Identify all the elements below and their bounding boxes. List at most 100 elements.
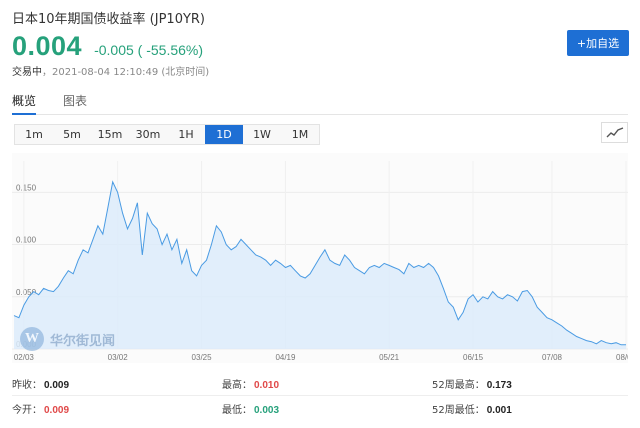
stat-label: 52周最高： — [432, 380, 485, 391]
x-tick-label: 06/15 — [463, 353, 484, 362]
divider — [12, 395, 628, 396]
data-point — [231, 249, 232, 250]
data-point — [349, 260, 350, 261]
data-point — [265, 260, 266, 261]
add-watchlist-button[interactable]: +加自选 — [567, 30, 629, 56]
data-point — [191, 270, 192, 271]
data-point — [83, 249, 84, 250]
data-point — [497, 296, 498, 297]
data-point — [334, 263, 335, 264]
range-1m[interactable]: 1m — [15, 125, 53, 144]
stat-value: 0.173 — [486, 380, 512, 391]
data-point — [551, 319, 552, 320]
data-point — [18, 317, 19, 318]
data-point — [359, 270, 360, 271]
data-point — [591, 341, 592, 342]
data-point — [211, 244, 212, 245]
data-point — [157, 228, 158, 229]
data-point — [468, 298, 469, 299]
data-point — [176, 239, 177, 240]
range-1d[interactable]: 1D — [205, 125, 243, 144]
tab-overview[interactable]: 概览 — [12, 92, 37, 115]
stat-high: 最高： 0.010 — [222, 376, 279, 391]
price-change: -0.005 ( -55.56%) — [94, 42, 204, 58]
range-5m[interactable]: 5m — [53, 125, 91, 144]
time-range-selector: 1m 5m 15m 30m 1H 1D 1W 1M — [14, 124, 320, 145]
data-point — [221, 231, 222, 232]
data-point — [280, 263, 281, 264]
range-1mo[interactable]: 1M — [281, 125, 319, 144]
line-chart-icon — [606, 126, 623, 137]
y-tick-label: 0.150 — [16, 183, 37, 192]
data-point — [73, 273, 74, 274]
data-point — [339, 265, 340, 266]
tab-chart[interactable]: 图表 — [63, 92, 87, 115]
page-title: 日本10年期国债收益率 (JP10YR) — [12, 12, 206, 27]
x-tick-label: 05/21 — [379, 353, 400, 362]
data-point — [364, 273, 365, 274]
y-tick-label: 0.100 — [16, 236, 37, 245]
data-point — [443, 288, 444, 289]
wallstreetcn-logo-icon: W — [20, 327, 44, 351]
data-point — [117, 192, 118, 193]
data-point — [53, 291, 54, 292]
data-point — [28, 296, 29, 297]
data-point — [112, 181, 113, 182]
data-point — [97, 225, 98, 226]
data-point — [423, 267, 424, 268]
x-tick-label: 02/03 — [14, 353, 35, 362]
data-point — [201, 265, 202, 266]
stat-label: 昨收： — [12, 380, 42, 391]
view-tabs: 概览 图表 — [12, 92, 628, 115]
data-point — [142, 254, 143, 255]
data-point — [458, 319, 459, 320]
stat-label: 今开： — [12, 405, 42, 416]
data-point — [270, 265, 271, 266]
data-point — [78, 260, 79, 261]
x-tick-label: 03/02 — [108, 353, 129, 362]
range-15m[interactable]: 15m — [91, 125, 129, 144]
data-point — [542, 312, 543, 313]
stat-low: 最低： 0.003 — [222, 401, 279, 416]
range-1w[interactable]: 1W — [243, 125, 281, 144]
data-point — [532, 296, 533, 297]
data-point — [507, 294, 508, 295]
data-point — [561, 325, 562, 326]
data-point — [398, 269, 399, 270]
chart-type-button[interactable] — [601, 122, 628, 143]
data-point — [556, 322, 557, 323]
data-point — [472, 294, 473, 295]
data-point — [310, 273, 311, 274]
data-point — [290, 265, 291, 266]
data-point — [186, 249, 187, 250]
data-point — [147, 213, 148, 214]
data-point — [566, 330, 567, 331]
data-point — [492, 291, 493, 292]
data-point — [537, 307, 538, 308]
range-30m[interactable]: 30m — [129, 125, 167, 144]
data-point — [13, 315, 14, 316]
data-point — [245, 244, 246, 245]
data-point — [438, 275, 439, 276]
watermark-text: 华尔街见闻 — [50, 333, 116, 349]
range-1h[interactable]: 1H — [167, 125, 205, 144]
data-point — [181, 263, 182, 264]
data-point — [236, 246, 237, 247]
data-point — [522, 291, 523, 292]
data-point — [576, 336, 577, 337]
data-point — [413, 267, 414, 268]
data-point — [107, 207, 108, 208]
data-point — [38, 294, 39, 295]
data-point — [527, 290, 528, 291]
data-point — [58, 286, 59, 287]
stat-label: 最高： — [222, 380, 252, 391]
data-point — [92, 239, 93, 240]
data-point — [171, 249, 172, 250]
data-point — [374, 265, 375, 266]
data-point — [285, 267, 286, 268]
data-point — [48, 290, 49, 291]
data-point — [240, 239, 241, 240]
stat-value: 0.003 — [254, 405, 280, 416]
stat-label: 52周最低： — [432, 405, 485, 416]
data-point — [137, 202, 138, 203]
